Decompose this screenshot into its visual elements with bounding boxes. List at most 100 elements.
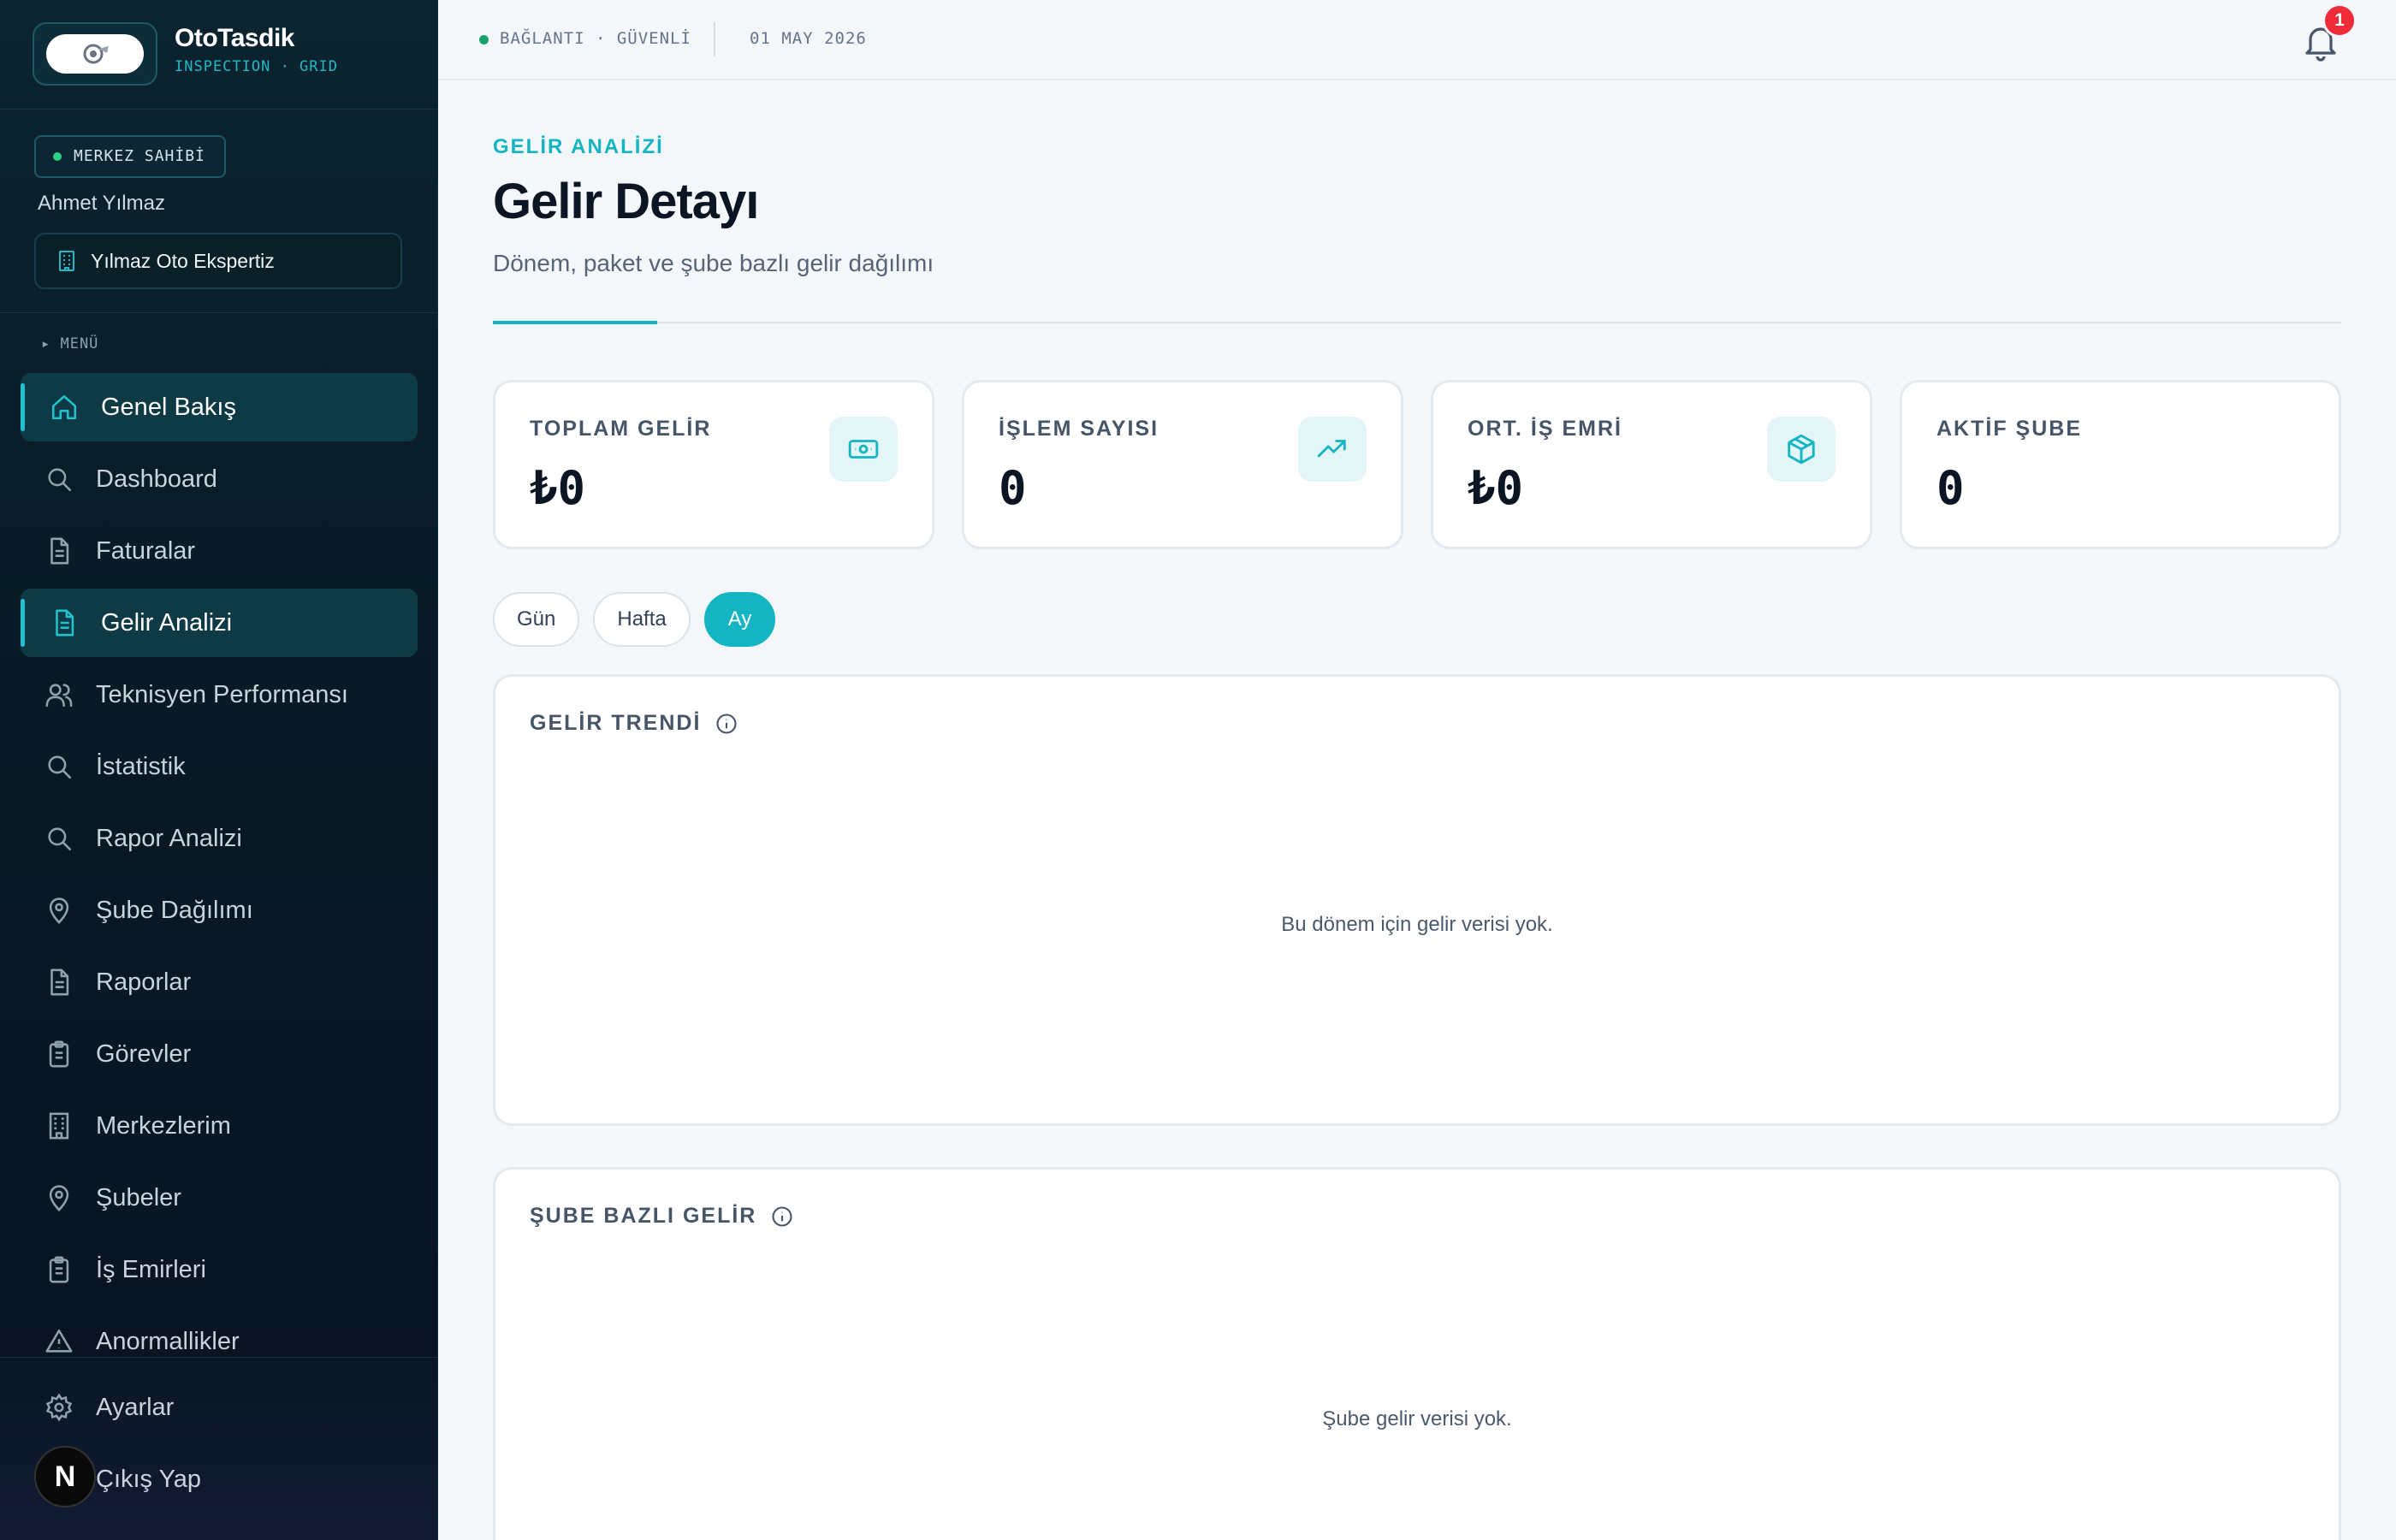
- sidebar-item-label: Raporlar: [96, 968, 192, 996]
- kpi-label: AKTİF ŞUBE: [1936, 417, 2082, 441]
- empty-state-message: Bu dönem için gelir verisi yok.: [1281, 913, 1553, 936]
- kpi-label: ORT. İŞ EMRİ: [1468, 417, 1622, 441]
- brand-subtitle: INSPECTION · GRID: [175, 58, 338, 75]
- map-pin-icon: [49, 1185, 69, 1211]
- topbar-divider: [714, 22, 715, 56]
- kpi-icon-box: [1767, 417, 1836, 482]
- clipboard-icon: [49, 1256, 69, 1283]
- car-logo-icon: [83, 44, 109, 64]
- panel-title: ŞUBE BAZLI GELİR: [530, 1204, 794, 1229]
- sidebar-item-label: Çıkış Yap: [96, 1465, 202, 1493]
- kpi-card-ort-is-emri: ORT. İŞ EMRİ ₺0: [1431, 380, 1872, 549]
- kpi-icon-box: [1298, 417, 1367, 482]
- kpi-label: İŞLEM SAYISI: [999, 417, 1159, 441]
- sidebar-item-raporlar[interactable]: Raporlar: [21, 948, 418, 1016]
- warning-icon: [45, 1329, 73, 1353]
- header-divider-accent: [493, 321, 657, 324]
- period-tabs: Gün Hafta Ay: [493, 592, 776, 647]
- connection-status: BAĞLANTI · GÜVENLİ: [479, 29, 691, 48]
- brand-name: OtoTasdik: [175, 24, 294, 52]
- kpi-value: ₺0: [1468, 461, 1524, 515]
- sidebar-item-ayarlar[interactable]: Ayarlar: [21, 1373, 418, 1442]
- tab-ay[interactable]: Ay: [703, 592, 776, 647]
- sidebar-item-label: Faturalar: [96, 536, 196, 565]
- document-icon: [50, 968, 69, 996]
- sidebar-item-gorevler[interactable]: Görevler: [21, 1020, 418, 1088]
- gear-icon: [45, 1393, 73, 1422]
- clipboard-icon: [49, 1040, 69, 1068]
- kpi-value: 0: [999, 461, 1027, 515]
- sidebar-item-label: İstatistik: [96, 752, 186, 780]
- cash-icon: [848, 440, 879, 459]
- logo-mark: [46, 34, 144, 74]
- search-icon: [48, 468, 72, 492]
- kpi-label: TOPLAM GELİR: [530, 417, 712, 441]
- topbar: BAĞLANTI · GÜVENLİ 01 MAY 2026 1: [438, 0, 2396, 80]
- sidebar-item-label: Ayarlar: [96, 1393, 175, 1421]
- sidebar-item-label: Görevler: [96, 1040, 192, 1068]
- page-title: Gelir Detayı: [493, 174, 759, 229]
- info-icon[interactable]: [715, 712, 738, 736]
- organization-name: Yılmaz Oto Ekspertiz: [91, 249, 275, 272]
- user-block: MERKEZ SAHİBİ Ahmet Yılmaz Yılmaz Oto Ek…: [0, 110, 437, 313]
- sidebar: OtoTasdik INSPECTION · GRID MERKEZ SAHİB…: [0, 0, 438, 1540]
- sidebar-item-label: İş Emirleri: [96, 1255, 206, 1283]
- organization-selector[interactable]: Yılmaz Oto Ekspertiz: [34, 233, 402, 289]
- sidebar-item-genel-bakis[interactable]: Genel Bakış: [21, 373, 418, 441]
- sidebar-item-rapor-analizi[interactable]: Rapor Analizi: [21, 804, 418, 873]
- sidebar-item-teknisyen-performansi[interactable]: Teknisyen Performansı: [21, 660, 418, 729]
- sidebar-nav: Genel Bakış Dashboard Faturalar Gelir An…: [21, 373, 418, 1379]
- document-icon: [50, 537, 69, 565]
- sidebar-item-label: Gelir Analizi: [101, 608, 233, 637]
- sidebar-item-label: Rapor Analizi: [96, 824, 242, 852]
- menu-label: ▸ MENÜ: [41, 335, 99, 352]
- document-icon: [56, 609, 74, 637]
- empty-state-message: Şube gelir verisi yok.: [1322, 1407, 1512, 1430]
- current-date: 01 MAY 2026: [750, 29, 867, 48]
- sidebar-item-label: Merkezlerim: [96, 1111, 231, 1140]
- kpi-value: ₺0: [530, 461, 586, 515]
- tab-gun[interactable]: Gün: [493, 592, 580, 647]
- building-icon: [59, 251, 74, 271]
- sidebar-item-subeler[interactable]: Şubeler: [21, 1164, 418, 1232]
- sidebar-item-is-emirleri[interactable]: İş Emirleri: [21, 1235, 418, 1304]
- revenue-trend-panel: GELİR TRENDİ Bu dönem için gelir verisi …: [493, 674, 2341, 1126]
- kpi-card-toplam-gelir: TOPLAM GELİR ₺0: [493, 380, 934, 549]
- kpi-value: 0: [1936, 461, 1965, 515]
- building-icon: [49, 1112, 69, 1140]
- user-name: Ahmet Yılmaz: [38, 192, 165, 215]
- sidebar-item-label: Teknisyen Performansı: [96, 680, 348, 708]
- sidebar-item-label: Dashboard: [96, 465, 217, 493]
- search-icon: [48, 827, 72, 851]
- users-icon: [45, 684, 73, 708]
- sidebar-item-sube-dagilimi[interactable]: Şube Dağılımı: [21, 876, 418, 945]
- page-eyebrow: GELİR ANALİZİ: [493, 135, 664, 158]
- info-icon[interactable]: [770, 1205, 794, 1229]
- sidebar-item-label: Anormallikler: [96, 1327, 240, 1355]
- sidebar-item-faturalar[interactable]: Faturalar: [21, 517, 418, 585]
- kpi-card-aktif-sube: AKTİF ŞUBE 0: [1900, 380, 2341, 549]
- floating-action-button[interactable]: N: [34, 1446, 96, 1507]
- role-badge: MERKEZ SAHİBİ: [34, 135, 226, 178]
- sidebar-item-dashboard[interactable]: Dashboard: [21, 445, 418, 513]
- sidebar-item-label: Genel Bakış: [101, 393, 236, 421]
- sidebar-item-gelir-analizi[interactable]: Gelir Analizi: [21, 589, 418, 657]
- header-divider: [493, 322, 2341, 323]
- notification-badge: 1: [2322, 3, 2357, 38]
- sidebar-item-merkezlerim[interactable]: Merkezlerim: [21, 1092, 418, 1160]
- logo[interactable]: [33, 22, 157, 86]
- panel-title-text: ŞUBE BAZLI GELİR: [530, 1204, 757, 1228]
- panel-title: GELİR TRENDİ: [530, 711, 738, 736]
- branch-revenue-panel: ŞUBE BAZLI GELİR Şube gelir verisi yok.: [493, 1167, 2341, 1540]
- home-icon: [51, 394, 77, 420]
- box-icon: [1788, 434, 1815, 465]
- kpi-card-islem-sayisi: İŞLEM SAYISI 0: [962, 380, 1403, 549]
- tab-hafta[interactable]: Hafta: [593, 592, 691, 647]
- map-pin-icon: [49, 897, 69, 924]
- search-icon: [48, 755, 72, 779]
- panel-title-text: GELİR TRENDİ: [530, 711, 702, 735]
- sidebar-item-label: Şube Dağılımı: [96, 896, 253, 924]
- page-subtitle: Dönem, paket ve şube bazlı gelir dağılım…: [493, 250, 934, 276]
- sidebar-item-istatistik[interactable]: İstatistik: [21, 732, 418, 801]
- kpi-icon-box: [829, 417, 898, 482]
